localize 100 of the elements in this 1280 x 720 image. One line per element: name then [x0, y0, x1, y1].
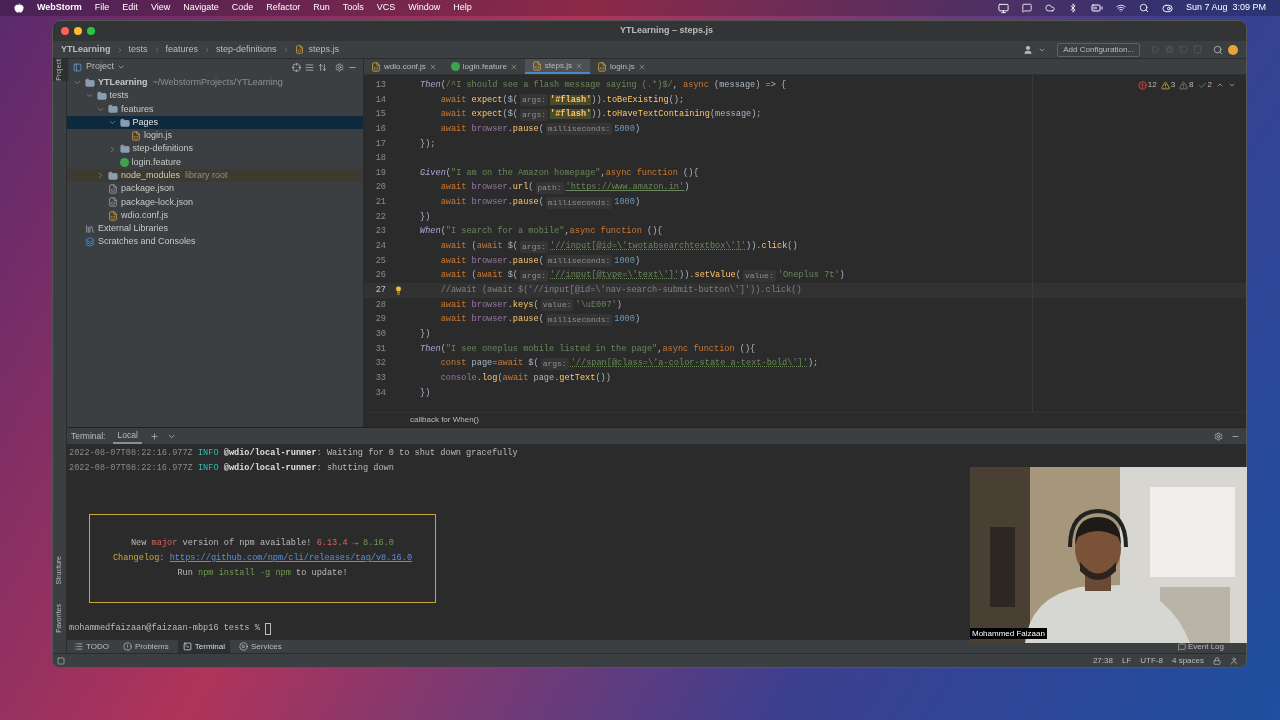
- close-icon[interactable]: [509, 62, 518, 71]
- inlay-hint: args:: [520, 269, 549, 282]
- tool-window-button[interactable]: Services: [234, 640, 287, 653]
- changelog-link[interactable]: https://github.com/npm/cli/releases/tag/v8.16.0: [169, 553, 413, 563]
- settings-icon[interactable]: [1214, 431, 1223, 441]
- zoom-button[interactable]: [87, 27, 95, 35]
- menu-item[interactable]: VCS: [376, 1, 396, 15]
- tree-item[interactable]: login.js: [67, 129, 363, 143]
- tool-window-button[interactable]: Terminal: [177, 640, 230, 653]
- menu-item[interactable]: File: [94, 1, 110, 15]
- toggle-panels-icon[interactable]: [57, 656, 65, 665]
- locate-icon[interactable]: [292, 62, 301, 72]
- next-icon[interactable]: [1228, 81, 1236, 89]
- update-icon[interactable]: [1228, 44, 1238, 55]
- menu-item[interactable]: Help: [453, 1, 472, 15]
- menu-item[interactable]: Refactor: [266, 1, 301, 15]
- tree-item[interactable]: YTLearning ~/WebstormProjects/YTLearning: [67, 76, 363, 90]
- chevron-right-icon[interactable]: [96, 171, 105, 181]
- menu-item[interactable]: Window: [408, 1, 441, 15]
- lock-icon[interactable]: [1213, 656, 1221, 665]
- terminal-tab[interactable]: Local: [113, 428, 142, 444]
- menu-item[interactable]: Tools: [342, 1, 364, 15]
- menu-item[interactable]: View: [150, 1, 171, 15]
- tool-window-button[interactable]: Problems: [117, 640, 174, 653]
- inspection-count[interactable]: 8: [1189, 79, 1194, 91]
- editor-tab[interactable]: wdio.conf.js: [364, 59, 444, 74]
- inspection-count[interactable]: 12: [1147, 79, 1157, 91]
- library-icon: [85, 223, 95, 234]
- apple-icon[interactable]: [14, 3, 24, 13]
- clock[interactable]: Sun 7 Aug 3:09 PM: [1185, 1, 1266, 15]
- breadcrumb[interactable]: features: [165, 42, 199, 57]
- tree-item[interactable]: Pages: [67, 115, 363, 130]
- tree-item[interactable]: features: [67, 102, 363, 116]
- display-icon[interactable]: [997, 2, 1009, 14]
- breadcrumb[interactable]: callback for When(): [410, 414, 479, 426]
- breadcrumb[interactable]: YTLearning: [61, 42, 111, 57]
- search-icon[interactable]: [1213, 44, 1223, 55]
- editor-tab[interactable]: steps.js: [524, 59, 590, 74]
- battery-icon[interactable]: [1090, 2, 1103, 14]
- app-menu[interactable]: WebStorm: [37, 1, 82, 15]
- status-item[interactable]: 4 spaces: [1171, 654, 1204, 667]
- tree-item[interactable]: External Libraries: [67, 222, 363, 236]
- expand-all-icon[interactable]: [305, 62, 314, 72]
- breadcrumb[interactable]: steps.js: [308, 42, 340, 57]
- line-number: 16: [374, 122, 387, 136]
- tool-window-button[interactable]: TODO: [69, 640, 114, 653]
- menu-item[interactable]: Code: [231, 1, 254, 15]
- cloud-icon[interactable]: [1044, 3, 1055, 13]
- menu-item[interactable]: Run: [313, 1, 330, 15]
- breadcrumb[interactable]: tests: [128, 42, 148, 57]
- close-button[interactable]: [61, 27, 69, 35]
- lightbulb-icon[interactable]: [393, 286, 403, 295]
- tree-item[interactable]: node_modules library root: [67, 169, 363, 183]
- inlay-hint: args:: [520, 108, 549, 121]
- tree-item[interactable]: tests: [67, 89, 363, 103]
- bluetooth-icon[interactable]: [1067, 3, 1078, 13]
- add-icon[interactable]: [149, 431, 159, 441]
- event-log-button[interactable]: Event Log: [1177, 640, 1224, 653]
- folder-icon: [108, 170, 118, 181]
- minimize-button[interactable]: [74, 27, 82, 35]
- previous-icon[interactable]: [1216, 81, 1224, 89]
- user-icon[interactable]: [1230, 656, 1238, 665]
- inspection-count[interactable]: 3: [1170, 79, 1176, 91]
- list-icon: [74, 642, 83, 651]
- view-selector[interactable]: Project: [86, 60, 125, 74]
- tree-item[interactable]: package-lock.json: [67, 195, 363, 209]
- tree-item[interactable]: package.json: [67, 182, 363, 196]
- collapse-all-icon[interactable]: [318, 62, 327, 72]
- code-text: await expect($(: [439, 93, 518, 107]
- tree-item[interactable]: login.feature: [67, 155, 363, 170]
- close-icon[interactable]: [428, 62, 437, 71]
- line-number: 22: [374, 210, 387, 224]
- editor-tab[interactable]: login.feature: [443, 59, 525, 74]
- status-item[interactable]: LF: [1121, 654, 1132, 667]
- control-center-icon[interactable]: [1161, 2, 1173, 14]
- wifi-icon[interactable]: [1115, 3, 1126, 13]
- user-icon[interactable]: [1023, 44, 1034, 55]
- menu-item[interactable]: Navigate: [183, 1, 219, 15]
- run-configuration-button[interactable]: Add Configuration...: [1057, 42, 1140, 57]
- search-icon[interactable]: [1138, 3, 1149, 13]
- editor-tab[interactable]: login.js: [589, 59, 653, 74]
- breadcrumb[interactable]: step-definitions: [216, 42, 277, 57]
- tree-item[interactable]: step-definitions: [67, 142, 363, 156]
- settings-icon[interactable]: [335, 62, 344, 72]
- inspection-count[interactable]: 2: [1207, 79, 1212, 91]
- check-icon: [1197, 80, 1207, 90]
- code-text: }): [420, 386, 431, 400]
- code-text: 1000): [614, 254, 641, 268]
- code-text: Given("I am on the Amazon homepage",async function (){: [420, 166, 699, 180]
- code-text: await browser.pause(: [439, 122, 544, 136]
- close-icon[interactable]: [574, 61, 583, 70]
- menu-item[interactable]: Edit: [122, 1, 138, 15]
- tree-item[interactable]: wdio.conf.js: [67, 208, 363, 223]
- close-icon[interactable]: [637, 62, 646, 71]
- chat-icon[interactable]: [1021, 3, 1032, 13]
- tree-item[interactable]: Scratches and Consoles: [67, 235, 363, 249]
- code-text: '//span[@class=\'a-color-state a-text-bold\']');: [570, 357, 819, 371]
- status-item[interactable]: 27:38: [1092, 654, 1113, 667]
- status-item[interactable]: UTF-8: [1140, 654, 1163, 667]
- path-hint: library root: [185, 169, 228, 182]
